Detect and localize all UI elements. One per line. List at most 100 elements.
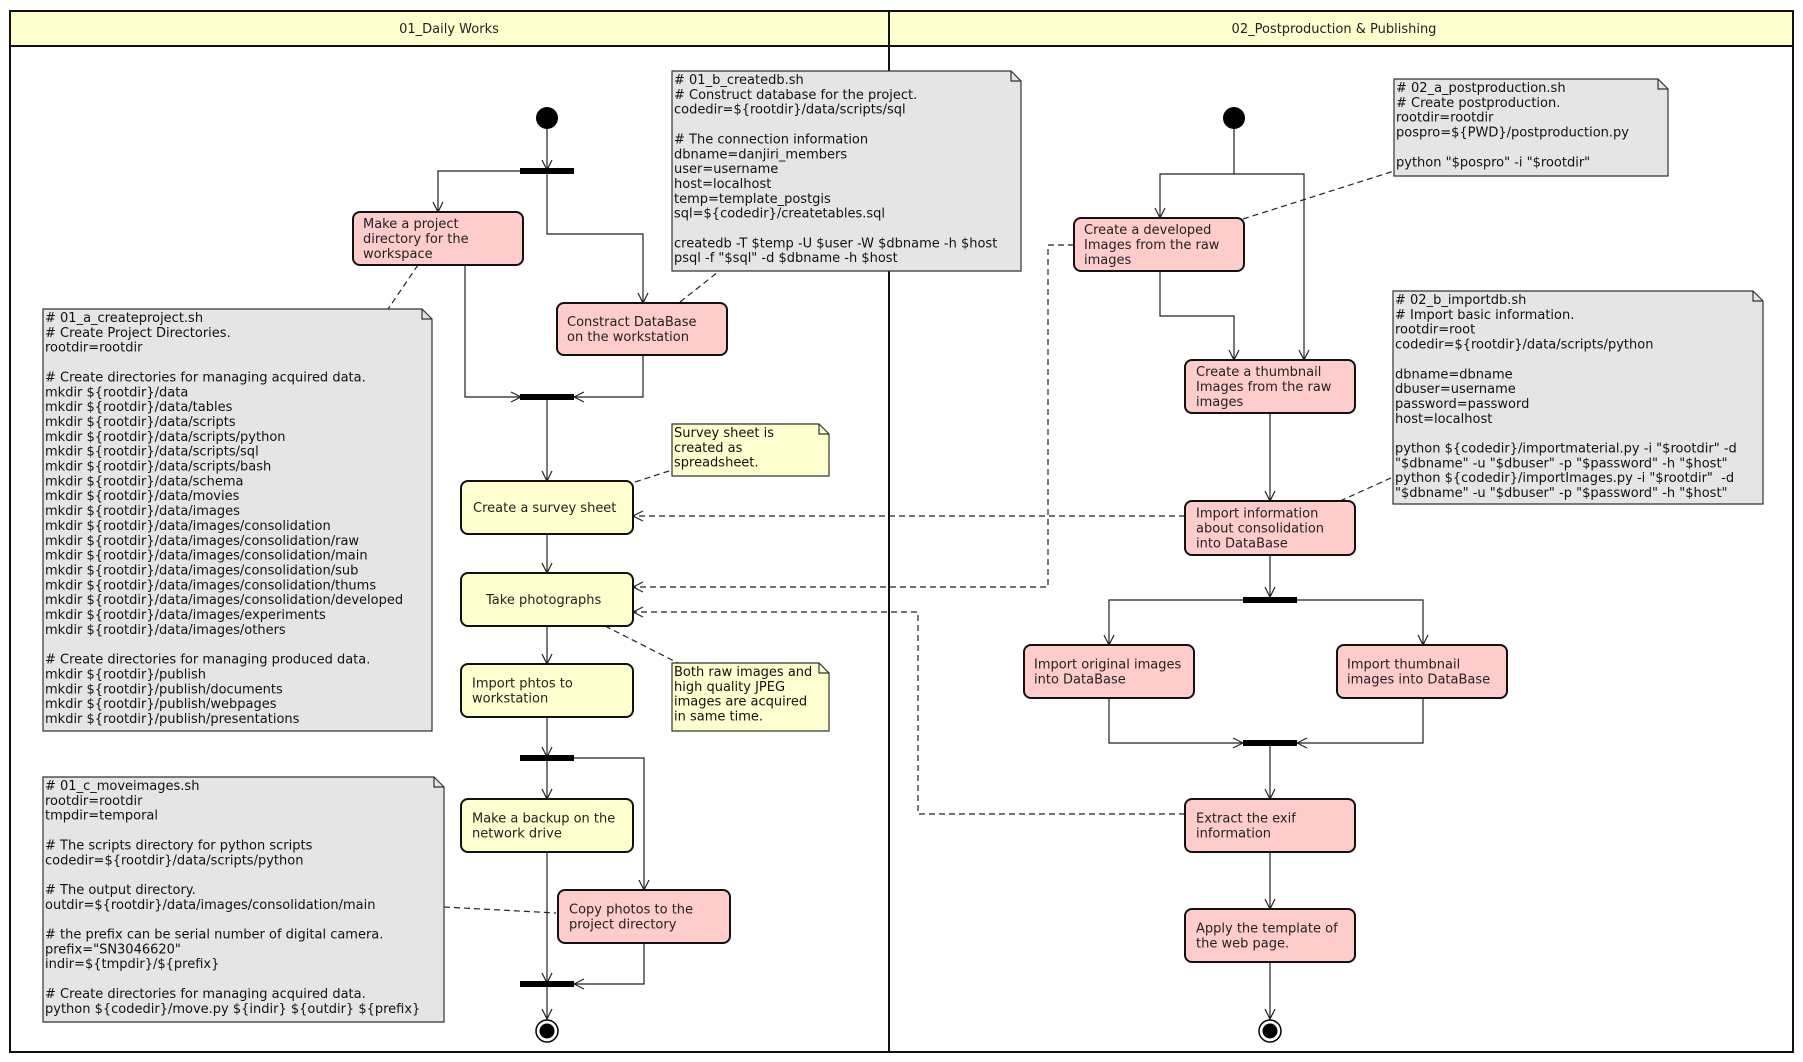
note-line: mkdir ${rootdir}/data/images/consolidati… bbox=[45, 578, 376, 593]
activity-take-photos[interactable]: Take photographs bbox=[460, 572, 634, 627]
note-line: mkdir ${rootdir}/data/images/consolidati… bbox=[45, 549, 368, 564]
note-line: created as bbox=[674, 441, 743, 456]
connector-createdb bbox=[679, 271, 719, 303]
connector-postproduction bbox=[1242, 170, 1395, 220]
activity-import-original[interactable]: Import original imagesinto DataBase bbox=[1023, 644, 1195, 699]
note-line: Both raw images and bbox=[674, 665, 812, 680]
note-postproduction: # 02_a_postproduction.sh# Create postpro… bbox=[1393, 78, 1669, 177]
activity-label: Extract the exif bbox=[1196, 812, 1296, 827]
note-line: user=username bbox=[674, 162, 778, 177]
note-line: # the prefix can be serial number of dig… bbox=[45, 928, 383, 943]
flow-construct-db-to-join1 bbox=[574, 355, 644, 397]
note-line: outdir=${rootdir}/data/images/consolidat… bbox=[45, 898, 375, 913]
activity-import-info[interactable]: Import informationabout consolidationint… bbox=[1184, 500, 1356, 556]
note-line: indir=${tmpdir}/${prefix} bbox=[45, 957, 219, 972]
activity-import-photos[interactable]: Import phtos toworkstation bbox=[460, 663, 634, 718]
note-line: tmpdir=temporal bbox=[45, 809, 158, 824]
activity-label: Create a survey sheet bbox=[473, 501, 616, 516]
activity-make-project-dir[interactable]: Make a projectdirectory for theworkspace bbox=[352, 211, 524, 266]
start-node-postproduction bbox=[1223, 107, 1245, 129]
note-line: # Construct database for the project. bbox=[674, 88, 917, 103]
flow-fork1-to-construct-db bbox=[546, 171, 643, 303]
activity-label: Images from the raw bbox=[1084, 238, 1220, 253]
activity-label: information bbox=[1196, 827, 1271, 842]
connector-photos bbox=[604, 625, 679, 664]
note-line: psql -f "$sql" -d $dbname -h $host bbox=[674, 251, 898, 266]
connector-survey bbox=[634, 469, 673, 483]
activity-create-developed[interactable]: Create a developedImages from the rawima… bbox=[1073, 217, 1245, 272]
end-node-daily-works bbox=[535, 1019, 559, 1043]
note-line: host=localhost bbox=[674, 177, 771, 192]
activity-label: Make a backup on the bbox=[472, 812, 615, 827]
activity-label: Import original images bbox=[1034, 658, 1181, 673]
activity-apply-template[interactable]: Apply the template ofthe web page. bbox=[1184, 908, 1356, 963]
note-createdb: # 01_b_createdb.sh# Construct database f… bbox=[671, 70, 1022, 272]
note-line: pospro=${PWD}/postproduction.py bbox=[1396, 126, 1629, 141]
note-line: python ${codedir}/importmaterial.py -i "… bbox=[1395, 442, 1737, 457]
note-line: dbuser=username bbox=[1395, 382, 1516, 397]
activity-diagram: 01_Daily Works 02_Postproduction & Publi… bbox=[9, 10, 1794, 1053]
note-line: prefix="SN3046620" bbox=[45, 942, 181, 957]
activity-label: Import thumbnail bbox=[1347, 658, 1460, 673]
activity-create-thumbnail[interactable]: Create a thumbnailImages from the rawima… bbox=[1184, 359, 1356, 414]
activity-backup[interactable]: Make a backup on thenetwork drive bbox=[460, 798, 634, 853]
note-line: host=localhost bbox=[1395, 412, 1492, 427]
note-line: mkdir ${rootdir}/publish/webpages bbox=[45, 697, 277, 712]
flow-developed-to-thumbnail bbox=[1159, 271, 1234, 360]
note-line: rootdir=root bbox=[1395, 323, 1475, 338]
activity-label: directory for the bbox=[363, 232, 469, 247]
notes: # 01_a_createproject.sh# Create Project … bbox=[42, 70, 1764, 1023]
note-line: rootdir=rootdir bbox=[45, 794, 143, 809]
activity-label: Take photographs bbox=[485, 593, 602, 608]
activity-label: workspace bbox=[363, 247, 433, 262]
note-line: # Import basic information. bbox=[1395, 308, 1574, 323]
flow-import-thumbnail-to-join bbox=[1297, 698, 1424, 743]
note-line: # Create directories for managing acquir… bbox=[45, 987, 366, 1002]
note-line: # 02_b_importdb.sh bbox=[1395, 293, 1526, 308]
activity-import-thumbnail[interactable]: Import thumbnailimages into DataBase bbox=[1336, 644, 1508, 699]
note-line: # The output directory. bbox=[45, 883, 196, 898]
note-line: # Create directories for managing produc… bbox=[45, 653, 370, 668]
note-line: mkdir ${rootdir}/data/schema bbox=[45, 474, 243, 489]
join-bar bbox=[1243, 740, 1297, 746]
activity-label: Apply the template of bbox=[1196, 922, 1338, 937]
note-line: mkdir ${rootdir}/data/images/consolidati… bbox=[45, 534, 359, 549]
note-line: mkdir ${rootdir}/data/images/consolidati… bbox=[45, 519, 331, 534]
activity-construct-db[interactable]: Constract DataBaseon the workstation bbox=[556, 302, 728, 356]
note-photos: Both raw images andhigh quality JPEGimag… bbox=[671, 662, 830, 732]
end-node-postproduction bbox=[1258, 1019, 1282, 1043]
activity-label: into DataBase bbox=[1196, 537, 1288, 552]
note-line: # 01_a_createproject.sh bbox=[45, 311, 203, 326]
activity-extract-exif[interactable]: Extract the exifinformation bbox=[1184, 798, 1356, 853]
note-line: codedir=${rootdir}/data/scripts/python bbox=[1395, 338, 1653, 353]
flow-make-project-to-join1 bbox=[464, 264, 521, 397]
activity-label: Create a developed bbox=[1084, 223, 1211, 238]
activity-label: Constract DataBase bbox=[567, 315, 697, 330]
fork-bar bbox=[520, 168, 574, 174]
note-line: # 01_b_createdb.sh bbox=[674, 73, 804, 88]
activity-label: images bbox=[1084, 253, 1131, 268]
activity-copy-photos[interactable]: Copy photos to theproject directory bbox=[557, 889, 731, 944]
note-line: rootdir=rootdir bbox=[45, 341, 143, 356]
note-line: python ${codedir}/importImages.py -i "$r… bbox=[1395, 471, 1734, 486]
flow-fork1-to-make-project bbox=[438, 170, 521, 212]
note-line: mkdir ${rootdir}/data/scripts/python bbox=[45, 430, 286, 445]
note-line: images are acquired bbox=[674, 695, 807, 710]
note-line: sql=${codedir}/createtables.sql bbox=[674, 207, 885, 222]
note-line: python "$pospro" -i "$rootdir" bbox=[1396, 155, 1590, 170]
activity-label: into DataBase bbox=[1034, 673, 1126, 688]
note-line: # Create directories for managing acquir… bbox=[45, 370, 366, 385]
note-line: # The connection information bbox=[674, 132, 868, 147]
activity-create-survey[interactable]: Create a survey sheet bbox=[460, 480, 634, 535]
activity-label: Copy photos to the bbox=[569, 903, 693, 918]
activity-label: Make a project bbox=[363, 217, 459, 232]
note-line: mkdir ${rootdir}/data/movies bbox=[45, 489, 240, 504]
note-line: "$dbname" -u "$dbuser" -p "$password" -h… bbox=[1395, 486, 1728, 501]
note-line: rootdir=rootdir bbox=[1396, 111, 1494, 126]
connector-importdb bbox=[1339, 476, 1394, 502]
fork-bar bbox=[1243, 597, 1297, 603]
note-line: mkdir ${rootdir}/data/scripts/sql bbox=[45, 445, 259, 460]
start-node-daily-works bbox=[536, 107, 558, 129]
flow-start-to-thumbnail bbox=[1234, 173, 1304, 360]
fork-bar bbox=[520, 755, 574, 761]
